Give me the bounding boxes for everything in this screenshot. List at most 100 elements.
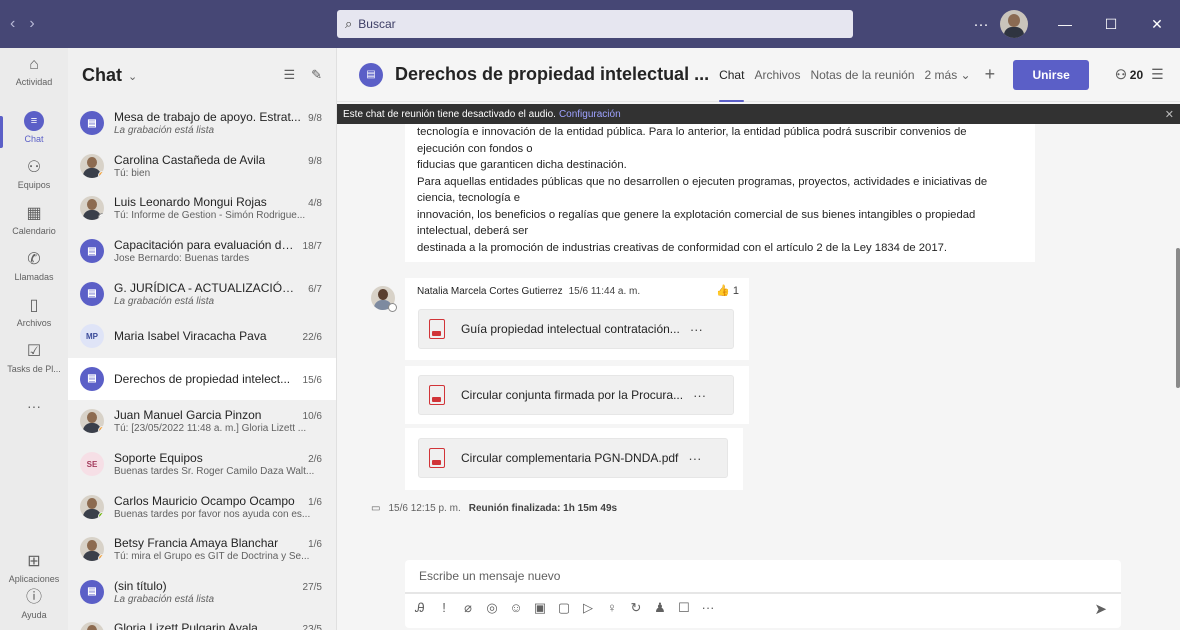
chat-item-header: Maria Isabel Viracacha Pava 22/6: [114, 329, 322, 343]
loop-icon[interactable]: ◎: [485, 600, 499, 616]
reaction-badge[interactable]: 👍 1: [716, 284, 739, 297]
chat-list-item[interactable]: Betsy Francia Amaya Blanchar 1/6 Tú: mira …: [68, 528, 336, 571]
chat-list-item[interactable]: SE Soporte Equipos 2/6 Buenas tardes Sr. Ro…: [68, 443, 336, 486]
add-tab-icon[interactable]: +: [985, 64, 996, 85]
more-icon[interactable]: ···: [690, 322, 703, 337]
chat-item-preview: Jose Bernardo: Buenas tardes: [114, 253, 250, 265]
rail-label: Actividad: [15, 76, 53, 87]
attach-icon[interactable]: ⌀: [461, 600, 475, 616]
chat-list-header: Chat ⌄ ☰ ✎: [68, 48, 336, 102]
chat-list-item[interactable]: Carlos Mauricio Ocampo Ocampo 1/6 Buenas t…: [68, 485, 336, 528]
meet-now-icon[interactable]: ▷: [581, 600, 595, 616]
list-icon[interactable]: ☰: [1151, 66, 1164, 83]
send-icon[interactable]: ➤: [1094, 600, 1107, 618]
rail-calendar[interactable]: ▦ Calendario: [0, 196, 68, 242]
chat-list-title[interactable]: Chat: [82, 65, 122, 86]
search-icon: ⌕: [345, 16, 353, 31]
tab-files[interactable]: Archivos: [754, 48, 800, 102]
avatar: [80, 153, 104, 178]
rail-teams[interactable]: ⚇ Equipos: [0, 150, 68, 196]
chat-list-item[interactable]: Luis Leonardo Mongui Rojas 4/8 Tú: Informe…: [68, 187, 336, 230]
chat-list-item[interactable]: MP Maria Isabel Viracacha Pava 22/6: [68, 315, 336, 358]
forward-icon[interactable]: ›: [29, 15, 34, 33]
important-icon[interactable]: !: [437, 600, 451, 616]
emoji-icon[interactable]: ☺: [509, 600, 523, 616]
rail-activity[interactable]: ⌂ Actividad: [0, 48, 68, 94]
chat-list-item[interactable]: ▤ Capacitación para evaluación de... 18/7 J…: [68, 230, 336, 273]
schedule-icon[interactable]: ↻: [629, 600, 643, 616]
message-line: innovación, los beneficios o regalías qu…: [417, 208, 976, 221]
participants-button[interactable]: ⚇ 20: [1115, 67, 1143, 83]
rail-files[interactable]: ▯ Archivos: [0, 288, 68, 334]
meeting-chat-icon: ▤: [80, 239, 104, 264]
chat-list-item[interactable]: Carolina Castañeda de Avila 9/8 Tú: bien: [68, 145, 336, 188]
sticker-icon[interactable]: ▢: [557, 600, 571, 616]
maximize-button[interactable]: ☐: [1088, 0, 1134, 48]
format-icon[interactable]: Ꭿ: [413, 600, 427, 616]
chat-item-text: Betsy Francia Amaya Blanchar 1/6 Tú: mira …: [114, 536, 322, 562]
praise-icon[interactable]: ♀: [605, 600, 619, 616]
new-chat-icon[interactable]: ✎: [311, 67, 322, 83]
message-input[interactable]: Escribe un mensaje nuevo: [405, 560, 1121, 594]
rail-calls[interactable]: ✆ Llamadas: [0, 242, 68, 288]
chat-item-header: Juan Manuel Garcia Pinzon 10/6: [114, 408, 322, 422]
chat-item-text: Soporte Equipos 2/6 Buenas tardes Sr. Roge…: [114, 451, 322, 477]
tab-chat[interactable]: Chat: [719, 48, 745, 102]
avatar: [80, 409, 104, 434]
file-name: Circular conjunta firmada por la Procura…: [461, 388, 684, 402]
rail-chat[interactable]: ≡ Chat: [0, 104, 68, 150]
more-icon[interactable]: ···: [693, 388, 706, 403]
conversation-title: Derechos de propiedad intelectual ...: [395, 64, 710, 84]
rail-label: Calendario: [12, 225, 56, 236]
like-icon[interactable]: ♟: [653, 600, 667, 616]
message-time: 15/6 11:44 a. m.: [568, 286, 641, 297]
apps-icon: ⊞: [27, 552, 41, 570]
chat-list-item[interactable]: ▤ Mesa de trabajo de apoyo. Estrat... 9/8 L…: [68, 102, 336, 145]
rail-help[interactable]: ⓘ Ayuda: [0, 578, 68, 624]
chat-list-item[interactable]: ▤ (sin título) 27/5 La grabación está lista: [68, 571, 336, 614]
tab-more[interactable]: 2 más ⌄: [925, 48, 971, 102]
file-attachment[interactable]: Circular complementaria PGN-DNDA.pdf ···: [418, 438, 728, 478]
chat-list-item[interactable]: ▤ G. JURÍDICA - ACTUALIZACIÓN D... 6/7 La g…: [68, 272, 336, 315]
rail-label: Equipos: [17, 179, 51, 190]
minimize-button[interactable]: —: [1042, 0, 1088, 48]
avatar-head: [87, 540, 97, 552]
help-icon: ⓘ: [25, 588, 42, 606]
close-button[interactable]: ✕: [1134, 0, 1180, 48]
chat-list-item[interactable]: Juan Manuel Garcia Pinzon 10/6 Tú: [23/05/…: [68, 400, 336, 443]
filter-icon[interactable]: ☰: [283, 67, 295, 83]
join-button[interactable]: Unirse: [1013, 59, 1090, 90]
more-apps-icon[interactable]: ···: [701, 600, 715, 616]
message-line: fiducias que garanticen dicha destinació…: [417, 159, 627, 171]
file-attachment[interactable]: Guía propiedad intelectual contratación.…: [418, 309, 734, 349]
chevron-down-icon[interactable]: ⌄: [128, 70, 137, 83]
chat-item-date: 23/5: [302, 624, 322, 630]
avatar-head: [378, 289, 388, 300]
scrollbar[interactable]: [1176, 248, 1180, 388]
more-icon[interactable]: ···: [688, 451, 701, 466]
search-input[interactable]: ⌕ Buscar: [337, 10, 853, 38]
tab-meeting-notes[interactable]: Notas de la reunión: [810, 48, 914, 102]
chat-item-text: Maria Isabel Viracacha Pava 22/6: [114, 329, 322, 343]
rail-tasks[interactable]: ☑ Tasks de Pl...: [0, 334, 68, 380]
chat-item-name: Carlos Mauricio Ocampo Ocampo: [114, 493, 295, 508]
settings-link[interactable]: Configuración: [559, 109, 621, 120]
gif-icon[interactable]: ▣: [533, 600, 547, 616]
chat-list-item[interactable]: Gloria Lizett Pulgarin Ayala23/5Cuestina…: [68, 613, 336, 630]
avatar-body: [1004, 27, 1024, 38]
back-icon[interactable]: ‹: [10, 15, 15, 33]
more-options-icon[interactable]: ···: [966, 16, 996, 33]
rail-more[interactable]: ···: [0, 383, 68, 429]
file-name: Circular complementaria PGN-DNDA.pdf: [461, 451, 679, 465]
file-attachment[interactable]: Circular conjunta firmada por la Procura…: [418, 375, 734, 415]
chat-item-name: (sin título): [114, 578, 167, 593]
chat-item-date: 6/7: [308, 283, 322, 295]
avatar-initials: SE: [80, 452, 104, 477]
chat-list-item[interactable]: ▤ Derechos de propiedad intelect... 15/6: [68, 357, 336, 401]
user-avatar[interactable]: [1000, 10, 1028, 38]
avatar-head: [87, 156, 97, 168]
approvals-icon[interactable]: ☐: [677, 600, 691, 616]
presence-offline-icon: [388, 303, 397, 312]
close-banner-icon[interactable]: ✕: [1165, 108, 1174, 121]
chat-item-text: Capacitación para evaluación de... 18/7 Jo…: [114, 238, 322, 264]
